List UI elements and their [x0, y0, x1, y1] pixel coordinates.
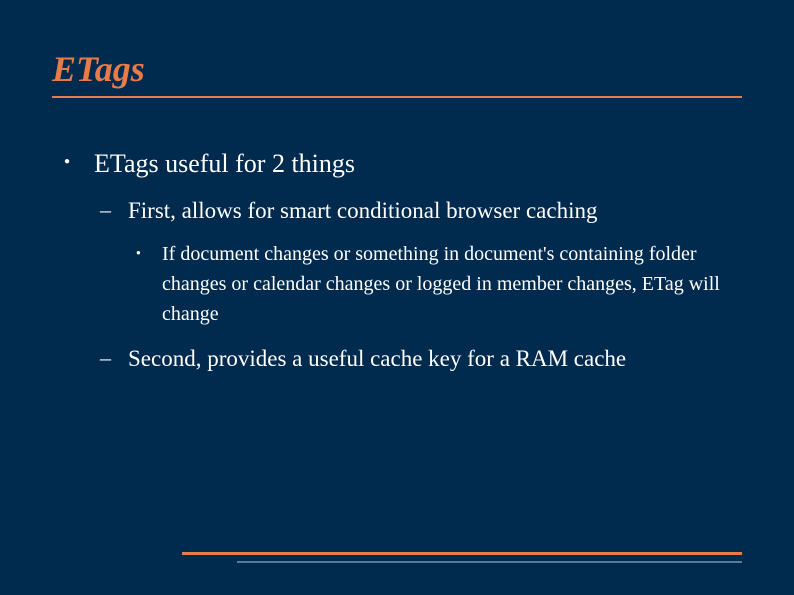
footer-line-accent [182, 552, 742, 555]
slide: ETags ETags useful for 2 things First, a… [0, 0, 794, 595]
bullet-text: ETags useful for 2 things [94, 149, 355, 178]
slide-body: ETags useful for 2 things First, allows … [0, 98, 794, 375]
bullet-list-level3: If document changes or something in docu… [128, 239, 734, 329]
bullet-text: If document changes or something in docu… [162, 243, 720, 325]
bullet-text: Second, provides a useful cache key for … [128, 346, 626, 371]
list-item: ETags useful for 2 things First, allows … [60, 146, 734, 375]
slide-title: ETags [0, 0, 794, 90]
list-item: If document changes or something in docu… [128, 239, 734, 329]
bullet-list-level1: ETags useful for 2 things First, allows … [60, 146, 734, 375]
list-item: First, allows for smart conditional brow… [94, 195, 734, 329]
bullet-list-level2: First, allows for smart conditional brow… [94, 195, 734, 375]
list-item: Second, provides a useful cache key for … [94, 343, 734, 375]
footer-line-secondary [237, 561, 742, 563]
bullet-text: First, allows for smart conditional brow… [128, 198, 597, 223]
footer-decoration [182, 552, 742, 563]
